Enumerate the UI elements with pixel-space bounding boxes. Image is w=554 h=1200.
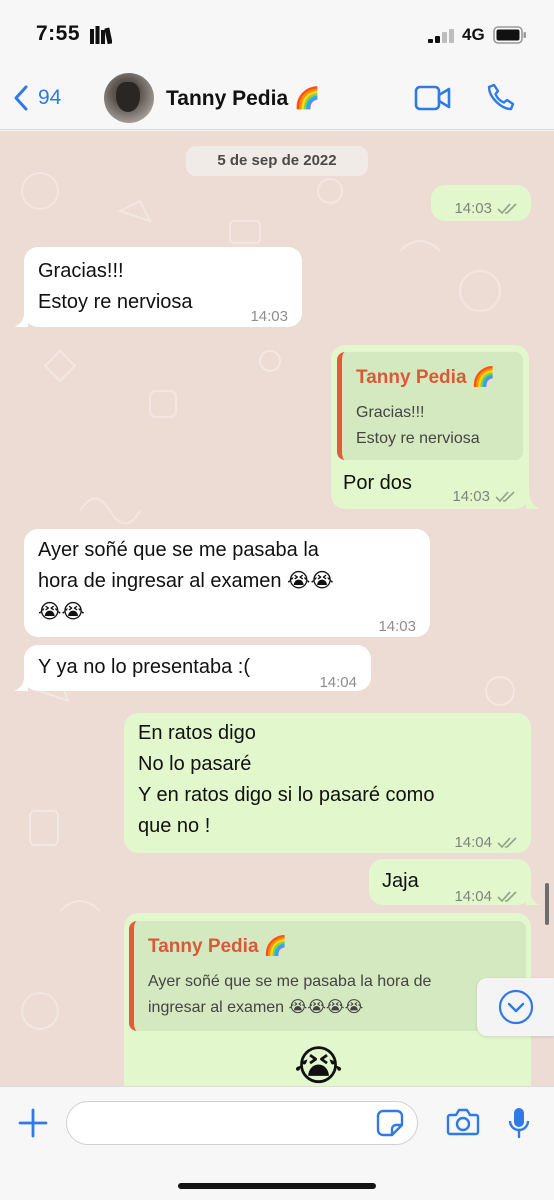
message-time: 14:04 [319,674,357,691]
message-text: Ayer soñé que se me pasaba la hora de in… [38,539,334,623]
message-bubble-outgoing[interactable]: 14:03 [431,185,531,221]
message-text: Por dos [343,472,412,494]
read-ticks-icon [497,202,517,214]
microphone-icon[interactable] [507,1106,531,1140]
chat-header: 94 Tanny Pedia 🌈 [0,70,554,130]
camera-icon[interactable] [446,1107,480,1137]
battery-icon [493,26,526,44]
read-ticks-icon [497,836,517,848]
message-meta: 14:04 [319,667,357,698]
message-meta: 14:03 [250,301,288,332]
signal-icon [428,29,454,43]
unread-count: 94 [38,86,62,109]
message-time: 14:04 [454,888,492,905]
chevron-left-icon [14,85,28,111]
reply-author: Tanny Pedia 🌈 [148,936,288,957]
message-time: 14:03 [454,200,492,217]
message-time: 14:03 [378,618,416,635]
back-button[interactable]: 94 [12,84,61,112]
message-input-bar [0,1086,554,1200]
message-bubble-outgoing[interactable]: Tanny Pedia 🌈 Gracias!!! Estoy re nervio… [331,345,529,509]
message-meta: 14:04 [454,827,519,858]
message-text: Jaja [382,870,419,892]
phone-icon[interactable] [486,82,516,112]
message-meta: 14:04 [454,881,519,912]
sticker-icon[interactable] [376,1109,404,1137]
message-text: Y ya no lo presentaba :( [38,656,250,678]
message-bubble-incoming[interactable]: Ayer soñé que se me pasaba la hora de in… [24,529,430,637]
bubble-tail [14,677,28,691]
message-meta: 14:03 [454,193,519,224]
status-bar: 7:55 4G [0,0,554,70]
reply-text: Ayer soñé que se me pasaba la hora de in… [148,973,432,1016]
reply-quote[interactable]: Tanny Pedia 🌈 Ayer soñé que se me pasaba… [129,921,526,1031]
network-type: 4G [462,25,485,44]
message-bubble-outgoing[interactable]: Jaja 14:04 [369,859,531,905]
message-text: Gracias!!! Estoy re nerviosa [38,260,193,313]
reply-text: Gracias!!! Estoy re nerviosa [356,404,480,447]
bubble-tail [14,313,28,327]
message-text: En ratos digo No lo pasaré Y en ratos di… [138,722,435,837]
reply-quote[interactable]: Tanny Pedia 🌈 Gracias!!! Estoy re nervio… [337,352,523,460]
message-time: 14:04 [454,834,492,851]
books-icon [90,26,112,44]
message-bubble-incoming[interactable]: Gracias!!! Estoy re nerviosa 14:03 [24,247,302,327]
message-bubble-incoming[interactable]: Y ya no lo presentaba :( 14:04 [24,645,371,691]
message-time: 14:03 [250,308,288,325]
scroll-indicator[interactable] [545,883,549,925]
bubble-tail [526,495,540,509]
message-input[interactable] [66,1101,418,1145]
reply-author: Tanny Pedia 🌈 [356,367,496,388]
message-bubble-outgoing[interactable]: Tanny Pedia 🌈 Ayer soñé que se me pasaba… [124,913,531,1086]
chevron-down-circle-icon [498,989,534,1025]
plus-icon[interactable] [17,1107,49,1139]
home-indicator[interactable] [178,1183,376,1189]
message-meta: 14:03 [378,611,416,642]
bubble-tail [526,891,540,905]
message-bubble-outgoing[interactable]: En ratos digo No lo pasaré Y en ratos di… [124,713,531,853]
contact-name[interactable]: Tanny Pedia 🌈 [166,87,320,111]
read-ticks-icon [495,490,515,502]
chat-area[interactable]: 5 de sep de 2022 14:03 Gracias!!! Estoy … [0,131,554,1086]
date-separator: 5 de sep de 2022 [186,146,368,176]
read-ticks-icon [497,890,517,902]
contact-avatar[interactable] [104,73,154,123]
message-time: 14:03 [452,488,490,505]
status-time: 7:55 [36,22,81,45]
scroll-to-bottom-button[interactable] [477,978,554,1036]
video-camera-icon[interactable] [414,84,452,112]
message-meta: 14:03 [452,481,517,512]
message-emoji: 😭 [294,1042,344,1086]
